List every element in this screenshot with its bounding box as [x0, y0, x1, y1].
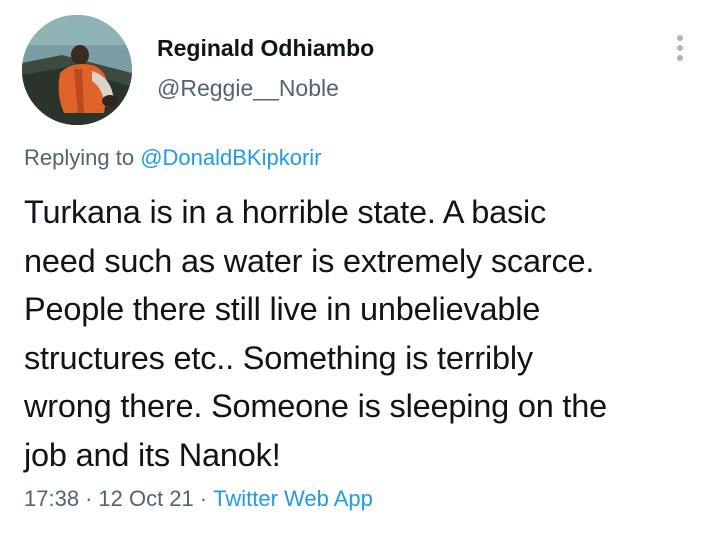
replying-prefix: Replying to [24, 145, 141, 170]
author-handle[interactable]: @Reggie__Noble [157, 75, 339, 102]
tweet-meta: 17:38 · 12 Oct 21 · Twitter Web App [24, 486, 373, 512]
more-vertical-icon [677, 35, 683, 61]
author-display-name[interactable]: Reginald Odhiambo [157, 35, 374, 62]
meta-separator: · [85, 486, 93, 511]
meta-separator: · [199, 486, 208, 511]
avatar[interactable] [22, 15, 132, 125]
profile-photo-icon [22, 15, 132, 125]
tweet-card: Reginald Odhiambo @Reggie__Noble Replyin… [0, 0, 720, 537]
tweet-date[interactable]: 12 Oct 21 [98, 486, 193, 511]
reply-mention-link[interactable]: @DonaldBKipkorir [140, 145, 321, 170]
tweet-text: Turkana is in a horrible state. A basic … [24, 194, 607, 473]
replying-to-line: Replying to @DonaldBKipkorir [24, 145, 321, 171]
tweet-time[interactable]: 17:38 [24, 486, 79, 511]
more-options-button[interactable] [664, 30, 696, 66]
tweet-source-link[interactable]: Twitter Web App [213, 486, 373, 511]
